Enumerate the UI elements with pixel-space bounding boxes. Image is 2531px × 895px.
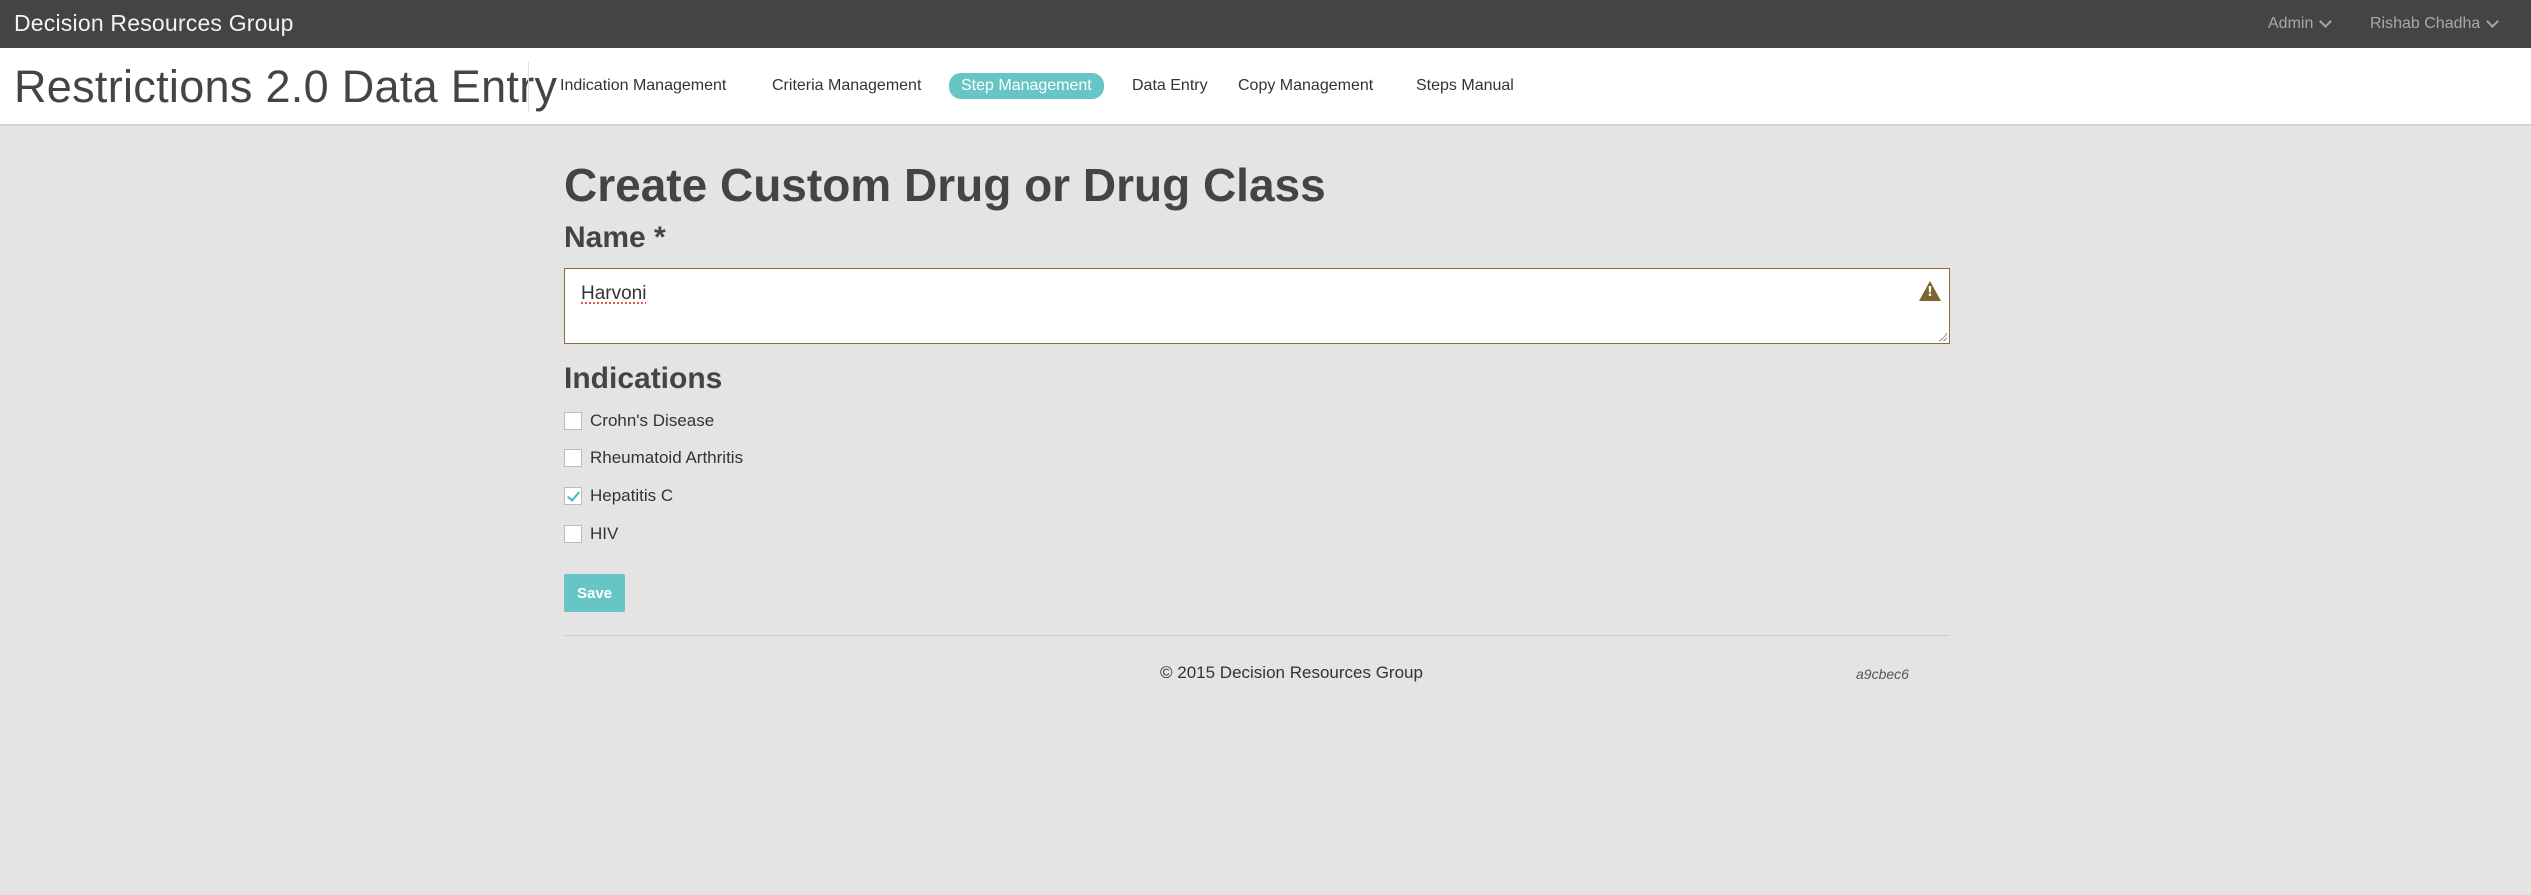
warning-icon: [1919, 281, 1941, 301]
footer-divider: [564, 635, 1950, 636]
nav-indication-management[interactable]: Indication Management: [560, 74, 726, 98]
checkbox[interactable]: [564, 449, 582, 467]
admin-menu[interactable]: Admin: [2268, 15, 2333, 33]
checkbox[interactable]: [564, 525, 582, 543]
checkbox-checked[interactable]: [564, 487, 582, 505]
navbar-divider: [528, 62, 529, 112]
footer-version-hash: a9cbec6: [1856, 666, 1909, 682]
save-button[interactable]: Save: [564, 574, 625, 612]
checkbox-label: HIV: [590, 524, 619, 543]
checkbox-label: Crohn's Disease: [590, 411, 715, 430]
nav-criteria-management[interactable]: Criteria Management: [772, 74, 921, 98]
nav-steps-manual[interactable]: Steps Manual: [1416, 74, 1514, 98]
name-label: Name *: [564, 221, 666, 254]
indications-label: Indications: [564, 362, 723, 395]
admin-menu-label: Admin: [2268, 15, 2314, 32]
top-bar: Decision Resources Group Admin Rishab Ch…: [0, 0, 2531, 48]
page-title: Create Custom Drug or Drug Class: [564, 159, 1326, 211]
chevron-down-icon: [2319, 15, 2333, 28]
main-navbar: Restrictions 2.0 Data Entry Indication M…: [0, 48, 2531, 126]
name-field-value: Harvoni: [581, 283, 647, 304]
user-menu[interactable]: Rishab Chadha: [2370, 15, 2500, 33]
indication-rheumatoid-arthritis[interactable]: Rheumatoid Arthritis: [564, 447, 743, 469]
app-title[interactable]: Restrictions 2.0 Data Entry: [14, 61, 557, 113]
checkbox-label: Rheumatoid Arthritis: [590, 448, 744, 467]
nav-data-entry[interactable]: Data Entry: [1132, 74, 1208, 98]
brand-name: Decision Resources Group: [14, 10, 294, 36]
resize-handle[interactable]: [1939, 333, 1947, 341]
chevron-down-icon: [2486, 15, 2500, 28]
user-menu-label: Rishab Chadha: [2370, 15, 2481, 32]
checkbox-label: Hepatitis C: [590, 486, 674, 505]
indication-hiv[interactable]: HIV: [564, 523, 618, 545]
name-field[interactable]: Harvoni: [564, 268, 1950, 344]
indication-crohns-disease[interactable]: Crohn's Disease: [564, 410, 714, 432]
footer-copyright: © 2015 Decision Resources Group: [1160, 663, 1423, 682]
nav-copy-management[interactable]: Copy Management: [1238, 74, 1373, 98]
indication-hepatitis-c[interactable]: Hepatitis C: [564, 485, 673, 507]
checkbox[interactable]: [564, 412, 582, 430]
nav-step-management[interactable]: Step Management: [949, 73, 1104, 99]
